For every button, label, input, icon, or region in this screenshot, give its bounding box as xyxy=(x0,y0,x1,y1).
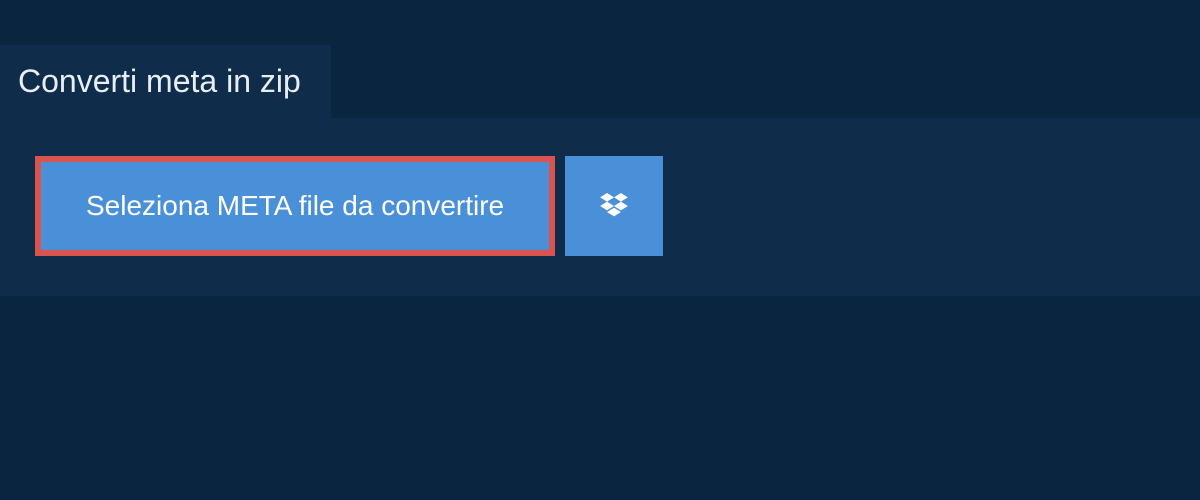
tab-bar: Converti meta in zip xyxy=(0,0,1200,118)
dropbox-button[interactable] xyxy=(565,156,663,256)
content-panel: Seleziona META file da convertire xyxy=(0,118,1200,296)
button-row: Seleziona META file da convertire xyxy=(35,156,1165,256)
tab-label: Converti meta in zip xyxy=(18,63,301,99)
tab-convert[interactable]: Converti meta in zip xyxy=(0,45,331,118)
select-file-button[interactable]: Seleziona META file da convertire xyxy=(35,156,555,256)
select-file-label: Seleziona META file da convertire xyxy=(86,190,504,222)
dropbox-icon xyxy=(600,193,628,219)
